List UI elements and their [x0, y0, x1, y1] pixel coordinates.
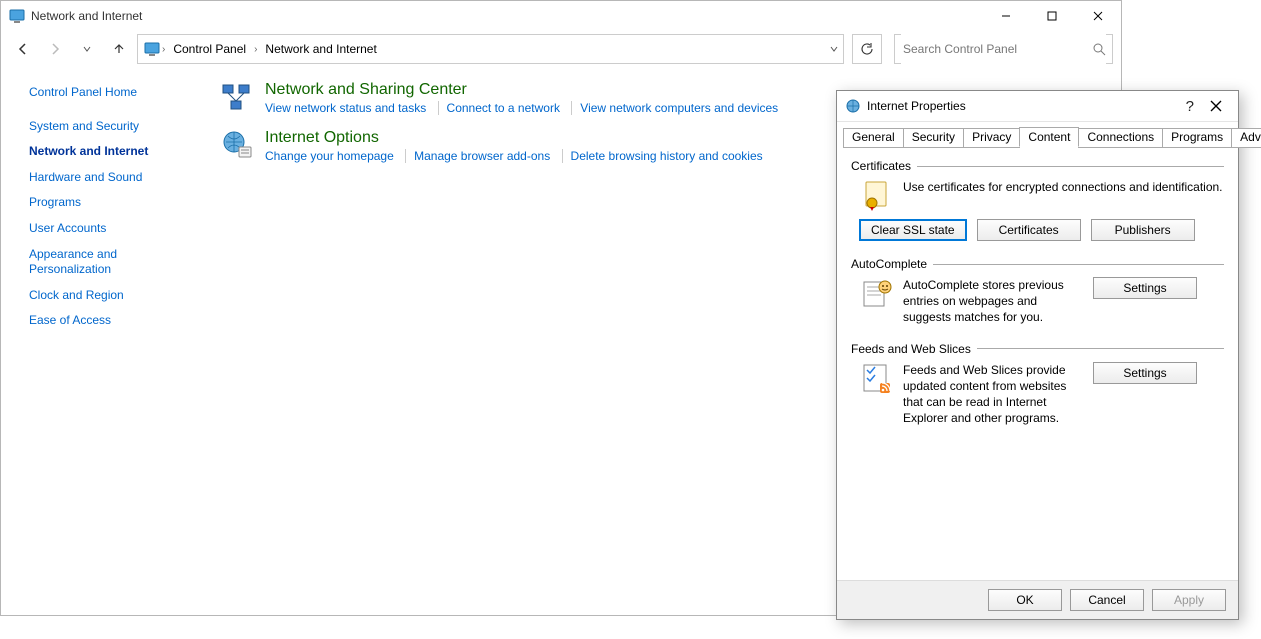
breadcrumb-item-control-panel[interactable]: Control Panel — [167, 35, 252, 63]
window-title: Network and Internet — [31, 9, 983, 23]
internet-options-icon — [221, 129, 253, 161]
help-button[interactable]: ? — [1178, 98, 1202, 115]
group-feeds: Feeds and Web Slices Feeds and Web Slice… — [851, 342, 1224, 437]
tab-advanced[interactable]: Advanced — [1231, 128, 1261, 148]
network-sharing-center-icon — [221, 81, 253, 113]
cancel-button[interactable]: Cancel — [1070, 589, 1144, 611]
tab-general[interactable]: General — [843, 128, 904, 148]
autocomplete-settings-button[interactable]: Settings — [1093, 277, 1197, 299]
dialog-content: Certificates Use certificates for encryp… — [837, 147, 1238, 580]
search-box[interactable] — [894, 34, 1113, 64]
breadcrumb[interactable]: › Control Panel › Network and Internet — [137, 34, 844, 64]
dialog-footer: OK Cancel Apply — [837, 580, 1238, 619]
sidebar-item-ease-of-access[interactable]: Ease of Access — [29, 313, 201, 329]
chevron-right-icon: › — [254, 44, 257, 55]
search-input[interactable] — [901, 34, 1106, 64]
up-button[interactable] — [105, 35, 133, 63]
sidebar-item-programs[interactable]: Programs — [29, 195, 201, 211]
feeds-icon — [861, 362, 893, 394]
dialog-close-button[interactable] — [1202, 100, 1230, 112]
internet-properties-icon — [845, 98, 861, 114]
link-view-network-computers[interactable]: View network computers and devices — [580, 101, 778, 115]
chevron-right-icon: › — [162, 44, 165, 55]
sidebar-item-network-and-internet[interactable]: Network and Internet — [29, 144, 201, 160]
maximize-button[interactable] — [1029, 1, 1075, 31]
divider — [933, 264, 1224, 265]
certificates-button[interactable]: Certificates — [977, 219, 1081, 241]
separator — [438, 101, 439, 115]
link-connect-to-network[interactable]: Connect to a network — [447, 101, 560, 115]
apply-button[interactable]: Apply — [1152, 589, 1226, 611]
group-text: AutoComplete stores previous entries on … — [903, 277, 1083, 326]
window-titlebar: Network and Internet — [1, 1, 1121, 31]
clear-ssl-state-button[interactable]: Clear SSL state — [859, 219, 967, 241]
sidebar: Control Panel Home System and Security N… — [1, 67, 201, 615]
group-legend-feeds: Feeds and Web Slices — [851, 342, 971, 356]
separator — [405, 149, 406, 163]
sidebar-item-system-and-security[interactable]: System and Security — [29, 119, 201, 135]
link-delete-browsing-history[interactable]: Delete browsing history and cookies — [571, 149, 763, 163]
tab-content[interactable]: Content — [1019, 127, 1079, 147]
dialog-titlebar: Internet Properties ? — [837, 91, 1238, 122]
group-legend-autocomplete: AutoComplete — [851, 257, 927, 271]
group-certificates: Certificates Use certificates for encryp… — [851, 159, 1224, 251]
dialog-tabs: General Security Privacy Content Connect… — [843, 126, 1232, 147]
certificate-icon — [861, 179, 893, 211]
category-title[interactable]: Internet Options — [265, 129, 763, 147]
internet-properties-dialog: Internet Properties ? General Security P… — [836, 90, 1239, 620]
tab-connections[interactable]: Connections — [1078, 128, 1163, 148]
link-change-homepage[interactable]: Change your homepage — [265, 149, 394, 163]
ok-button[interactable]: OK — [988, 589, 1062, 611]
control-panel-icon — [144, 41, 160, 57]
group-autocomplete: AutoComplete AutoComplete stores previou… — [851, 257, 1224, 336]
publishers-button[interactable]: Publishers — [1091, 219, 1195, 241]
tab-security[interactable]: Security — [903, 128, 964, 148]
group-legend-certificates: Certificates — [851, 159, 911, 173]
refresh-button[interactable] — [852, 34, 882, 64]
close-button[interactable] — [1075, 1, 1121, 31]
minimize-button[interactable] — [983, 1, 1029, 31]
sidebar-item-appearance-and-personalization[interactable]: Appearance and Personalization — [29, 247, 169, 278]
sidebar-item-user-accounts[interactable]: User Accounts — [29, 221, 201, 237]
group-text: Use certificates for encrypted connectio… — [903, 179, 1224, 195]
tab-privacy[interactable]: Privacy — [963, 128, 1020, 148]
recent-locations-dropdown[interactable] — [73, 35, 101, 63]
forward-button[interactable] — [41, 35, 69, 63]
divider — [977, 348, 1224, 349]
link-view-network-status[interactable]: View network status and tasks — [265, 101, 426, 115]
breadcrumb-item-network-and-internet[interactable]: Network and Internet — [259, 35, 382, 63]
feeds-settings-button[interactable]: Settings — [1093, 362, 1197, 384]
separator — [562, 149, 563, 163]
back-button[interactable] — [9, 35, 37, 63]
autocomplete-icon — [861, 277, 893, 309]
sidebar-item-hardware-and-sound[interactable]: Hardware and Sound — [29, 170, 201, 186]
separator — [571, 101, 572, 115]
link-manage-addons[interactable]: Manage browser add-ons — [414, 149, 550, 163]
control-panel-icon — [9, 8, 25, 24]
dialog-title: Internet Properties — [867, 99, 1178, 113]
toolbar: › Control Panel › Network and Internet — [1, 31, 1121, 67]
group-text: Feeds and Web Slices provide updated con… — [903, 362, 1083, 427]
breadcrumb-dropdown-icon[interactable] — [829, 44, 839, 54]
search-icon — [1092, 42, 1106, 56]
category-title[interactable]: Network and Sharing Center — [265, 81, 778, 99]
tab-programs[interactable]: Programs — [1162, 128, 1232, 148]
sidebar-item-control-panel-home[interactable]: Control Panel Home — [29, 85, 201, 101]
sidebar-item-clock-and-region[interactable]: Clock and Region — [29, 288, 201, 304]
divider — [917, 166, 1224, 167]
